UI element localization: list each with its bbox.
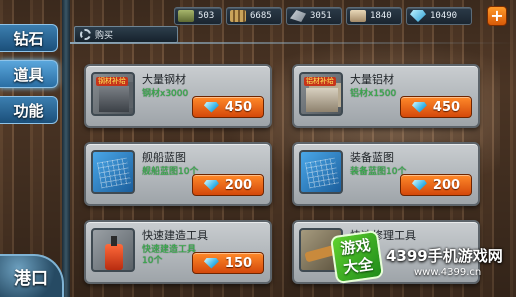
buy-button[interactable]: 450 [192, 96, 264, 118]
blueprint-icon [299, 150, 343, 194]
item-name: 大量钢材 [142, 73, 186, 86]
watermark-title: 4399手机游戏网 [386, 247, 503, 265]
steel-value: 3051 [310, 11, 332, 21]
price-label: 450 [432, 99, 461, 115]
fuel-icon [178, 10, 194, 22]
steel-icon [290, 10, 306, 22]
diamond-icon [203, 101, 219, 113]
blueprint-icon [91, 150, 135, 194]
ammo-icon [230, 10, 246, 22]
aluminum-icon [350, 10, 366, 22]
shop-item-equip-blueprint[interactable]: 装备蓝图 装备蓝图10个 200 [292, 142, 480, 206]
steel-crate-icon: 钢材补给 [91, 72, 135, 116]
diamond-value: 10490 [430, 11, 458, 21]
watermark-badge-line2: 大全 [342, 254, 375, 277]
header-title: 购买 [95, 31, 114, 41]
price-label: 200 [432, 177, 461, 193]
watermark-badge: 游戏 大全 [329, 229, 385, 285]
ammo-value: 6685 [250, 11, 272, 21]
shop-item-ship-blueprint[interactable]: 舰船蓝图 舰船蓝图10个 200 [84, 142, 272, 206]
item-name: 舰船蓝图 [142, 151, 186, 164]
sidebar-item-diamond[interactable]: 钻石 [0, 24, 58, 52]
item-tag: 铝材补给 [304, 77, 336, 86]
shop-item-aluminum[interactable]: 铝材补给 大量铝材 铝材x1500 450 [292, 64, 480, 128]
fuel-counter: 503 [174, 7, 222, 25]
shop-item-fast-build[interactable]: 快速建造工具 快速建造工具 10个 150 [84, 220, 272, 284]
diamond-icon [411, 101, 427, 113]
item-desc: 舰船蓝图10个 [142, 167, 199, 177]
item-desc-quantity: 10个 [142, 256, 163, 266]
buy-button[interactable]: 450 [400, 96, 472, 118]
gear-icon [80, 29, 91, 40]
aluminum-crate-icon: 铝材补给 [299, 72, 343, 116]
aluminum-value: 1840 [370, 11, 392, 21]
buy-header-tab: 购买 [74, 26, 178, 43]
buy-button[interactable]: 200 [192, 174, 264, 196]
price-label: 150 [224, 255, 253, 271]
item-desc: 铝材x1500 [350, 89, 397, 99]
shop-item-steel[interactable]: 钢材补给 大量钢材 钢材x3000 450 [84, 64, 272, 128]
item-tag: 钢材补给 [96, 77, 128, 86]
diamond-counter: 10490 [406, 7, 472, 25]
diamond-icon [203, 179, 219, 191]
buy-button[interactable]: 150 [192, 252, 264, 274]
price-label: 450 [224, 99, 253, 115]
item-desc: 钢材x3000 [142, 89, 189, 99]
resource-bar: 503 6685 3051 1840 10490 [174, 7, 472, 25]
price-label: 200 [224, 177, 253, 193]
item-name: 装备蓝图 [350, 151, 394, 164]
steel-counter: 3051 [286, 7, 342, 25]
buy-button[interactable]: 200 [400, 174, 472, 196]
diamond-icon [410, 10, 426, 22]
header-divider [70, 42, 516, 44]
diamond-icon [203, 257, 219, 269]
item-name: 快速建造工具 [142, 229, 208, 242]
aluminum-counter: 1840 [346, 7, 402, 25]
diamond-icon [411, 179, 427, 191]
sidebar-rail [62, 0, 70, 297]
watermark-url: www.4399.cn [414, 267, 482, 278]
item-desc: 装备蓝图10个 [350, 167, 407, 177]
item-name: 大量铝材 [350, 73, 394, 86]
sidebar-item-functions[interactable]: 功能 [0, 96, 58, 124]
sidebar-item-items[interactable]: 道具 [0, 60, 58, 88]
ammo-counter: 6685 [226, 7, 282, 25]
blowtorch-icon [91, 228, 135, 272]
fuel-value: 503 [198, 11, 215, 21]
add-diamond-button[interactable]: + [487, 6, 507, 26]
